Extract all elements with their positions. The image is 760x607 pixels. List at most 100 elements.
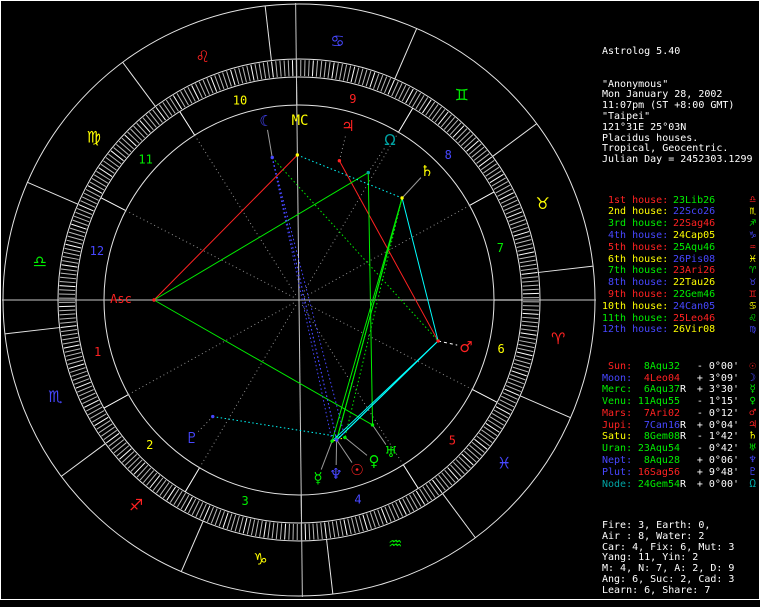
- wheel-node-glyph: Ω: [384, 131, 395, 149]
- degree-tick: [435, 109, 445, 122]
- dot-saturn: [400, 196, 403, 199]
- degree-tick: [423, 487, 432, 500]
- degree-tick: [347, 66, 350, 82]
- sign-aquarius-glyph: ♒: [388, 534, 402, 553]
- degree-tick: [108, 154, 121, 164]
- degree-tick: [156, 107, 166, 120]
- degree-tick: [523, 289, 539, 290]
- planet-label: Plut:: [602, 468, 633, 479]
- house-number-12: 12: [90, 244, 104, 258]
- degree-tick: [173, 96, 181, 110]
- pointer-jupiter: [339, 135, 345, 161]
- degree-tick: [260, 521, 263, 537]
- wheel-venus-glyph: ♀: [369, 452, 380, 470]
- planet-velocity: - 0°42': [687, 444, 739, 455]
- planet-velocity: + 0°06': [687, 456, 739, 467]
- sign-boundary: [327, 539, 333, 594]
- planet-label: Mars:: [602, 409, 633, 420]
- degree-tick: [516, 356, 531, 360]
- retrograde-flag: R: [680, 421, 687, 432]
- degree-tick: [320, 61, 322, 77]
- planet-row-9: Nept:8Aqu28+ 0°06'♆: [602, 455, 758, 467]
- degree-tick: [66, 244, 82, 248]
- degree-tick: [523, 313, 539, 314]
- house-cusp-ring-seg-3: [185, 468, 199, 492]
- aspect-lines: [154, 155, 438, 441]
- sign-boundary: [5, 328, 60, 334]
- degree-tick: [60, 281, 76, 282]
- degree-tick: [359, 516, 363, 531]
- degree-tick: [59, 290, 75, 291]
- degree-tick: [488, 420, 502, 429]
- planet-label: Venu:: [602, 397, 633, 408]
- house-cusp-line-11: [195, 135, 296, 295]
- sign-boundary: [181, 521, 203, 571]
- pointer-sun: [337, 440, 352, 463]
- planet-position: 23Aqu54: [633, 444, 680, 455]
- degree-tick: [235, 69, 239, 84]
- degree-tick: [406, 89, 414, 103]
- planet-position: 7Ari02: [633, 409, 680, 420]
- house-cusp-value: 23Ari26: [673, 266, 715, 277]
- degree-tick: [167, 487, 176, 500]
- degree-tick: [419, 97, 428, 111]
- degree-tick: [492, 413, 506, 421]
- sign-cancer-glyph: ♋: [330, 31, 344, 50]
- degree-tick: [522, 325, 538, 327]
- degree-tick: [467, 141, 479, 152]
- degree-tick: [328, 522, 330, 538]
- aspect-mc-saturn: [297, 155, 402, 198]
- planet-dots: [152, 153, 440, 443]
- degree-tick: [272, 523, 274, 539]
- degree-tick: [344, 519, 347, 535]
- planet-velocity: + 3°09': [687, 374, 739, 385]
- house-row-10: 10th house:24Can05♋: [602, 301, 758, 313]
- degree-tick: [92, 414, 106, 422]
- planet-position: 6Aqu37: [633, 385, 680, 396]
- degree-tick: [59, 286, 75, 287]
- degree-tick: [519, 256, 535, 259]
- house-row-8: 8th house:22Tau26♉: [602, 277, 758, 289]
- degree-tick: [184, 89, 192, 103]
- house-row-4: 4th house:24Cap05♑: [602, 230, 758, 242]
- degree-tick: [60, 322, 76, 324]
- degree-tick: [336, 521, 339, 537]
- degree-tick: [259, 63, 262, 79]
- degree-tick: [128, 132, 139, 143]
- degree-tick: [453, 462, 464, 474]
- degree-tick: [267, 62, 269, 78]
- degree-tick: [456, 460, 467, 471]
- degree-tick: [513, 228, 528, 233]
- retrograde-flag: R: [680, 480, 687, 491]
- planet-velocity: + 9°48': [687, 468, 739, 479]
- degree-tick: [412, 93, 420, 107]
- degree-tick: [61, 326, 77, 328]
- degree-tick: [62, 265, 78, 267]
- planet-row-4: Venu:11Aqu55- 1°15'♀: [602, 396, 758, 408]
- degree-tick: [479, 157, 492, 167]
- aspect-moon-neptune: [272, 157, 336, 440]
- degree-tick: [223, 513, 228, 528]
- degree-tick: [96, 171, 110, 180]
- degree-tick: [97, 421, 110, 430]
- degree-tick: [247, 519, 250, 535]
- degree-tick: [494, 182, 508, 190]
- degree-tick: [490, 174, 504, 182]
- degree-tick: [470, 445, 482, 455]
- degree-tick: [472, 442, 484, 452]
- degree-tick: [276, 61, 278, 77]
- house-cusp-value: 22Tau26: [673, 278, 715, 289]
- house-cusp-value: 26Pis08: [673, 255, 715, 266]
- degree-tick: [119, 141, 131, 152]
- degree-tick: [177, 493, 185, 507]
- degree-tick: [71, 224, 86, 229]
- degree-tick: [340, 520, 343, 536]
- wheel-jupiter-glyph: ♃: [341, 117, 354, 135]
- planet-position: 8Gem08: [633, 432, 680, 443]
- degree-tick: [92, 178, 106, 186]
- degree-tick: [70, 228, 85, 233]
- degree-tick: [137, 465, 148, 477]
- degree-tick: [69, 364, 84, 369]
- house-number-9: 9: [349, 92, 356, 106]
- sign-gemini-glyph: ♊: [455, 85, 469, 104]
